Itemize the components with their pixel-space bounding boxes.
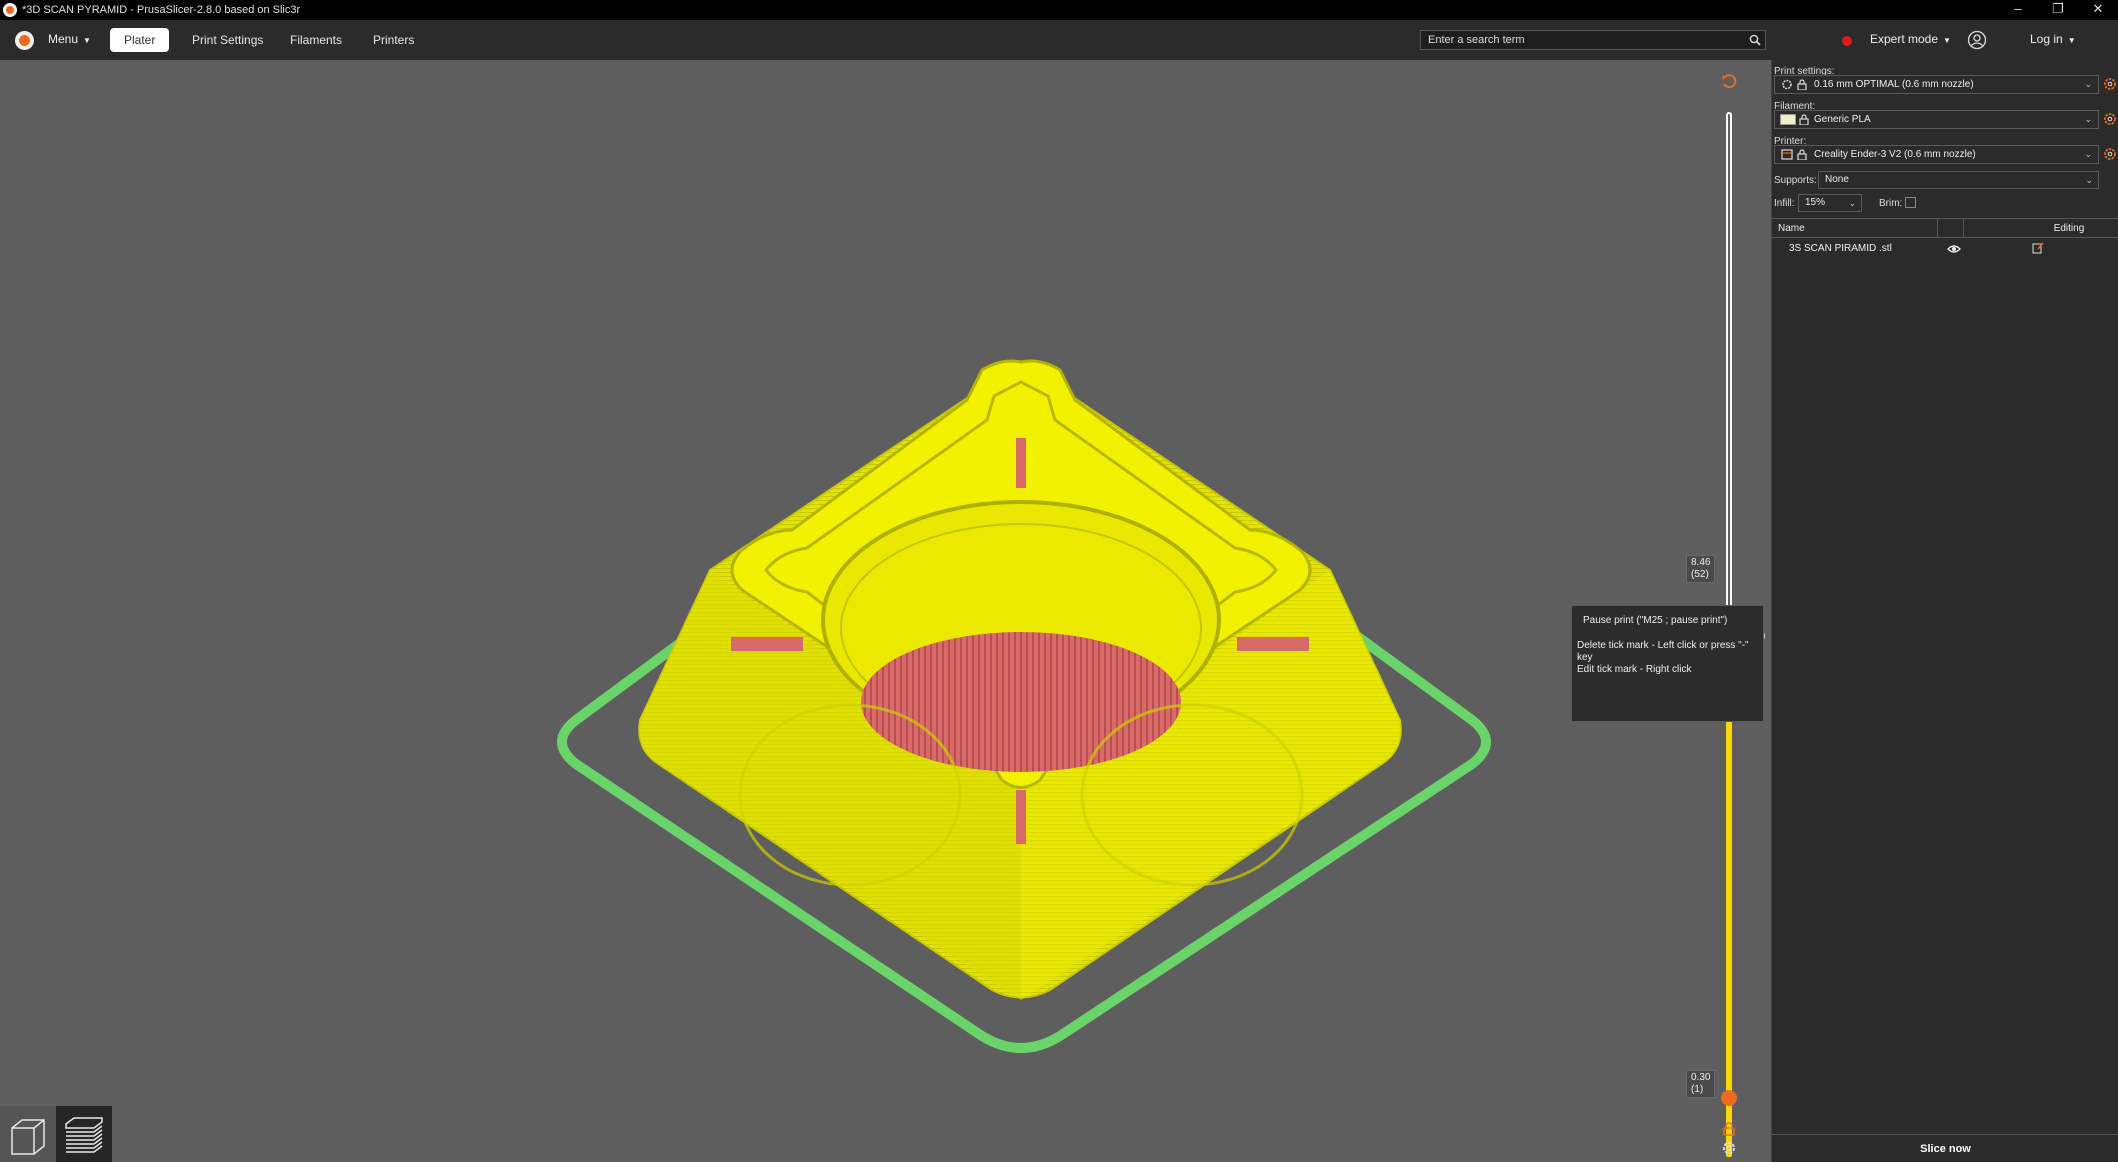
- login-button[interactable]: Log in ▼: [2030, 32, 2076, 46]
- tab-filaments[interactable]: Filaments: [276, 28, 356, 52]
- lower-slider-thumb[interactable]: [1721, 1090, 1737, 1106]
- 3d-viewport[interactable]: 8.46 (52) × Pause print ("M25 ; pause pr…: [0, 60, 1771, 1162]
- lock-icon: [1797, 79, 1807, 90]
- mode-indicator-icon: [1842, 36, 1852, 46]
- printer-combo[interactable]: Creality Ender-3 V2 (0.6 mm nozzle) ⌄: [1774, 145, 2099, 164]
- login-caret-icon: ▼: [2067, 36, 2076, 45]
- edit-object-icon[interactable]: [2032, 242, 2044, 254]
- gcode-preview-scene[interactable]: [0, 60, 1771, 1162]
- printer-value: Creality Ender-3 V2 (0.6 mm nozzle): [1814, 149, 1976, 160]
- printer-edit-cog-icon[interactable]: [2103, 147, 2117, 161]
- app-logo-icon: [3, 3, 17, 17]
- tooltip-edit-text: Edit tick mark - Right click: [1577, 664, 1692, 675]
- tooltip-delete-text: Delete tick mark - Left click or press "…: [1577, 640, 1749, 663]
- window-title: *3D SCAN PYRAMID - PrusaSlicer-2.8.0 bas…: [22, 4, 301, 16]
- cube-icon: [11, 1119, 45, 1155]
- preview-view-button[interactable]: [56, 1106, 112, 1162]
- object-list-header: Name Editing: [1772, 218, 2118, 238]
- lock-icon: [1799, 114, 1809, 125]
- supports-label: Supports:: [1774, 175, 1817, 186]
- infill-rib-right: [1237, 637, 1309, 651]
- search-placeholder: Enter a search term: [1428, 34, 1525, 46]
- filament-combo[interactable]: Generic PLA ⌄: [1774, 110, 2099, 129]
- 3d-view-button[interactable]: [0, 1106, 56, 1162]
- close-button[interactable]: ✕: [2078, 0, 2118, 20]
- slider-track-upper: [1726, 112, 1732, 642]
- mode-label: Expert mode: [1870, 32, 1939, 46]
- chevron-down-icon: ⌄: [2085, 175, 2093, 185]
- visibility-eye-icon[interactable]: [1947, 243, 1961, 255]
- object-list-row[interactable]: 3S SCAN PIRAMID .stl: [1772, 240, 2118, 258]
- mode-caret-icon: ▼: [1943, 36, 1951, 45]
- window-controls: – ❐ ✕: [1998, 0, 2118, 20]
- filament-value: Generic PLA: [1814, 114, 1871, 125]
- title-bar: *3D SCAN PYRAMID - PrusaSlicer-2.8.0 bas…: [0, 0, 2118, 20]
- chevron-down-icon: ⌄: [1848, 198, 1856, 208]
- unlock-icon[interactable]: [1722, 1122, 1736, 1136]
- infill-rib-top: [1016, 438, 1026, 488]
- lower-layer-height: 0.30: [1691, 1072, 1711, 1083]
- column-divider: [1963, 219, 1964, 237]
- infill-combo[interactable]: 15% ⌄: [1798, 194, 1862, 212]
- revert-arrow-icon[interactable]: [1720, 72, 1738, 90]
- supports-value: None: [1825, 174, 1849, 185]
- login-label: Log in: [2030, 32, 2063, 46]
- prusa-logo-icon: [15, 31, 34, 50]
- filament-edit-cog-icon[interactable]: [2103, 112, 2117, 126]
- menu-button[interactable]: Menu ▼: [48, 32, 91, 46]
- user-account-icon[interactable]: [1967, 30, 1987, 50]
- infill-rib-left: [731, 637, 803, 651]
- infill-value: 15%: [1805, 197, 1826, 208]
- chevron-down-icon: ⌄: [2084, 79, 2092, 89]
- sidebar-divider: [1772, 1134, 2118, 1135]
- infill-label: Infill:: [1774, 198, 1795, 209]
- right-sidebar: Print settings: 0.16 mm OPTIMAL (0.6 mm …: [1771, 60, 2118, 1162]
- chevron-down-icon: ⌄: [2084, 114, 2092, 124]
- menu-label: Menu: [48, 32, 79, 46]
- print-settings-icon: [1782, 79, 1792, 90]
- lock-icon: [1797, 149, 1807, 160]
- print-settings-value: 0.16 mm OPTIMAL (0.6 mm nozzle): [1814, 79, 1974, 90]
- prusaslicer-window: *3D SCAN PYRAMID - PrusaSlicer-2.8.0 bas…: [0, 0, 2118, 1162]
- lower-layer-number: (1): [1691, 1084, 1704, 1095]
- search-input[interactable]: Enter a search term: [1420, 30, 1766, 50]
- column-divider: [1937, 219, 1938, 237]
- restore-button[interactable]: ❐: [2038, 0, 2078, 20]
- print-settings-combo[interactable]: 0.16 mm OPTIMAL (0.6 mm nozzle) ⌄: [1774, 75, 2099, 94]
- printer-icon: [1781, 149, 1793, 160]
- lower-layer-label: 0.30 (1): [1686, 1070, 1716, 1098]
- slice-now-button[interactable]: Slice now: [1772, 1136, 2118, 1162]
- column-name[interactable]: Name: [1778, 223, 1805, 234]
- infill-floor: [861, 632, 1181, 772]
- column-editing[interactable]: Editing: [2020, 223, 2118, 234]
- tick-tooltip: Pause print ("M25 ; pause print") Delete…: [1571, 605, 1764, 722]
- upper-layer-height: 8.46: [1691, 557, 1711, 568]
- brim-label: Brim:: [1879, 198, 1903, 209]
- layers-icon: [65, 1117, 103, 1153]
- print-settings-edit-cog-icon[interactable]: [2103, 77, 2117, 91]
- minimize-button[interactable]: –: [1998, 0, 2038, 20]
- mode-selector[interactable]: Expert mode ▼: [1870, 32, 1951, 46]
- tab-print-settings[interactable]: Print Settings: [178, 28, 277, 52]
- chevron-down-icon: ⌄: [2084, 149, 2092, 159]
- infill-rib-bottom: [1016, 790, 1026, 844]
- supports-combo[interactable]: None ⌄: [1818, 171, 2099, 189]
- slider-settings-cog-icon[interactable]: [1721, 1140, 1737, 1156]
- brim-checkbox[interactable]: [1905, 197, 1916, 208]
- search-icon[interactable]: [1749, 34, 1761, 46]
- object-name: 3S SCAN PIRAMID .stl: [1789, 243, 1892, 254]
- tooltip-pause-text: Pause print ("M25 ; pause print"): [1583, 615, 1728, 626]
- upper-layer-label: 8.46 (52): [1686, 555, 1716, 583]
- top-toolbar: Menu ▼ Plater Print Settings Filaments Pr…: [0, 20, 2118, 60]
- upper-layer-number: (52): [1691, 569, 1709, 580]
- filament-color-swatch: [1780, 114, 1796, 125]
- tab-plater[interactable]: Plater: [110, 28, 170, 52]
- menu-caret-icon: ▼: [83, 36, 91, 45]
- tab-printers[interactable]: Printers: [359, 28, 428, 52]
